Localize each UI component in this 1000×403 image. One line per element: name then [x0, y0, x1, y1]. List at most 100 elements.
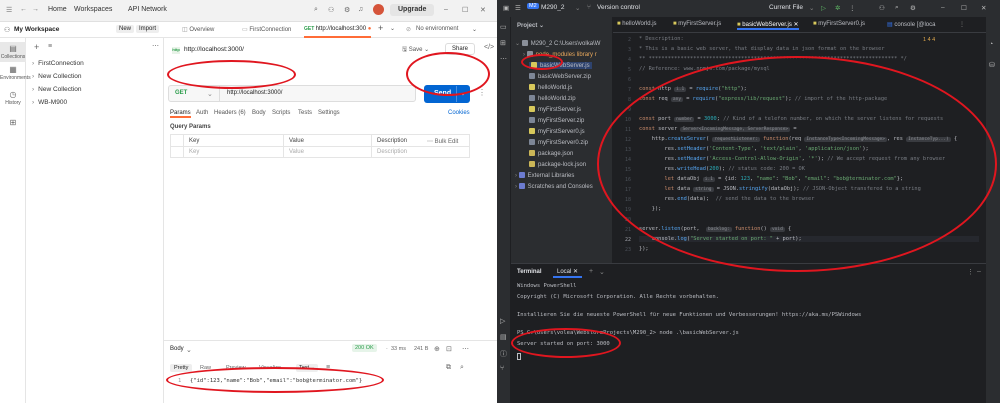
tab-tests[interactable]: Tests: [298, 110, 312, 116]
import-button[interactable]: Import: [136, 25, 160, 33]
tree-file[interactable]: myFirstServer0.zip: [529, 139, 588, 146]
new-button[interactable]: New: [116, 25, 135, 33]
tree-file[interactable]: package-lock.json: [529, 161, 586, 168]
database-icon[interactable]: ⛁: [989, 61, 995, 69]
minimize-icon[interactable]: –: [941, 4, 945, 11]
url-input[interactable]: http://localhost:3000/: [227, 90, 282, 96]
more-icon[interactable]: ⋮: [967, 268, 974, 276]
terminal-tab[interactable]: Terminal: [517, 269, 542, 275]
value-input[interactable]: Value: [289, 149, 304, 155]
tree-scratches[interactable]: › Scratches and Consoles: [515, 183, 593, 190]
project-dropdown-icon[interactable]: ⌄: [575, 4, 580, 12]
run-tool-icon[interactable]: ▷: [500, 317, 505, 325]
more-icon[interactable]: ⋯: [462, 345, 469, 353]
tab-auth[interactable]: Auth: [196, 110, 208, 116]
tab-headers[interactable]: Headers (6): [214, 110, 246, 116]
save-button[interactable]: 🖫 Save ⌄: [402, 45, 429, 55]
tab-firstconnection[interactable]: ▭ FirstConnection: [242, 26, 291, 38]
key-input[interactable]: Key: [189, 149, 199, 155]
folder-icon[interactable]: ▭: [500, 23, 507, 31]
terminal-icon[interactable]: ▤: [500, 333, 507, 341]
editor-tab[interactable]: ▤ console [@loca: [887, 21, 935, 28]
close-icon[interactable]: ✕: [981, 4, 986, 12]
plugins-icon[interactable]: ⊞: [500, 39, 506, 47]
tree-external-libraries[interactable]: › External Libraries: [515, 172, 574, 179]
notifications-icon[interactable]: ◔: [989, 41, 993, 48]
inspection-widget[interactable]: 1 4 4: [923, 37, 935, 43]
request-title[interactable]: http://localhost:3000/: [184, 46, 244, 53]
vcs-tool-icon[interactable]: ⑂: [500, 365, 504, 372]
menu-icon[interactable]: ☰: [6, 6, 12, 14]
vcs-menu[interactable]: Version control: [597, 4, 640, 11]
back-icon[interactable]: ←: [20, 6, 27, 13]
close-icon[interactable]: ✕: [480, 6, 486, 14]
rail-configure[interactable]: ⊞: [0, 118, 26, 128]
filter-icon[interactable]: ≡: [48, 43, 52, 50]
tree-file[interactable]: basicWebServer.zip: [529, 73, 591, 80]
add-user-icon[interactable]: ⚇: [879, 4, 885, 12]
code-icon[interactable]: </>: [484, 44, 494, 51]
settings-icon[interactable]: ⚙: [910, 4, 916, 12]
description-input[interactable]: Description: [377, 149, 407, 155]
run-icon[interactable]: ▷: [821, 4, 826, 12]
home-link[interactable]: Home: [48, 6, 67, 13]
collection-item[interactable]: › New Collection: [32, 73, 82, 80]
terminal-cursor[interactable]: [517, 353, 521, 360]
more-actions-icon[interactable]: ⋮: [849, 4, 856, 12]
upgrade-button[interactable]: Upgrade: [390, 4, 435, 16]
rail-history[interactable]: ◷ History: [0, 90, 26, 106]
avatar[interactable]: [373, 4, 384, 15]
editor-tab[interactable]: ■ myFirstServer0.js: [813, 21, 865, 27]
notifications-icon[interactable]: ♫: [358, 6, 363, 13]
rail-collections[interactable]: ▤ Collections: [0, 42, 26, 62]
tree-file[interactable]: helloWorld.js: [529, 84, 572, 91]
collection-item[interactable]: › FirstConnection: [32, 60, 84, 67]
tree-file[interactable]: myFirstServer.js: [529, 106, 581, 113]
add-collection-icon[interactable]: +: [34, 42, 39, 52]
rail-environments[interactable]: ▦ Environments: [0, 65, 31, 81]
tab-scripts[interactable]: Scripts: [272, 110, 290, 116]
run-config-dropdown-icon[interactable]: ⌄: [809, 4, 814, 12]
method-select[interactable]: GET: [175, 90, 187, 96]
editor-tab-active[interactable]: ■ basicWebServer.js ✕: [737, 21, 799, 30]
editor-tab[interactable]: ■ myFirstServer.js: [673, 21, 721, 27]
method-dropdown-icon[interactable]: ⌄: [207, 90, 213, 98]
api-network-menu[interactable]: API Network: [128, 6, 167, 13]
more-tools-icon[interactable]: ⋯: [500, 55, 507, 63]
workspaces-menu[interactable]: Workspaces: [74, 6, 112, 13]
tab-overview[interactable]: ◫ Overview: [182, 26, 214, 38]
more-icon[interactable]: ⋯: [152, 42, 159, 50]
search-icon[interactable]: ⌕: [460, 364, 464, 372]
terminal-dropdown-icon[interactable]: ⌄: [599, 268, 605, 276]
project-switcher[interactable]: M290_2: [541, 4, 565, 11]
tab-active-request[interactable]: GET http://localhost:300 ●: [304, 26, 372, 38]
search-icon[interactable]: ⌕: [895, 4, 899, 12]
search-icon[interactable]: ⌕: [314, 6, 318, 14]
problems-icon[interactable]: ⓘ: [500, 349, 507, 359]
new-terminal-icon[interactable]: +: [589, 268, 593, 275]
environment-select[interactable]: No environment: [416, 26, 458, 38]
tree-file[interactable]: package.json: [529, 150, 573, 157]
body-dropdown-icon[interactable]: ⌄: [186, 346, 192, 354]
maximize-icon[interactable]: ☐: [961, 4, 967, 12]
main-menu-icon[interactable]: ☰: [515, 4, 521, 12]
tree-file[interactable]: myFirstServer0.js: [529, 128, 585, 135]
editor-tab[interactable]: ■ helloWorld.js: [617, 21, 657, 27]
tabs-dropdown-icon[interactable]: ⌄: [390, 25, 395, 37]
forward-icon[interactable]: →: [32, 6, 39, 13]
more-options-icon[interactable]: ⋮: [478, 88, 486, 97]
response-size[interactable]: 241 B: [414, 346, 428, 352]
tree-file[interactable]: helloWorld.zip: [529, 95, 576, 102]
tree-root[interactable]: ⌄ M290_2 C:\Users\volka\W: [515, 40, 600, 47]
tree-file[interactable]: myFirstServer.zip: [529, 117, 584, 124]
cookies-link[interactable]: Cookies: [448, 110, 470, 116]
bulk-edit-button[interactable]: ⋯ Bulk Edit: [427, 138, 458, 145]
response-time[interactable]: 33 ms: [391, 346, 406, 352]
maximize-icon[interactable]: ☐: [462, 6, 468, 14]
hide-panel-icon[interactable]: –: [977, 268, 981, 275]
invite-icon[interactable]: ⚇: [328, 6, 334, 14]
globe-icon[interactable]: ⊕: [434, 345, 440, 353]
terminal-session-tab[interactable]: Local ✕: [553, 267, 583, 278]
tab-pretty[interactable]: Pretty: [170, 364, 193, 372]
tab-settings[interactable]: Settings: [318, 110, 340, 116]
